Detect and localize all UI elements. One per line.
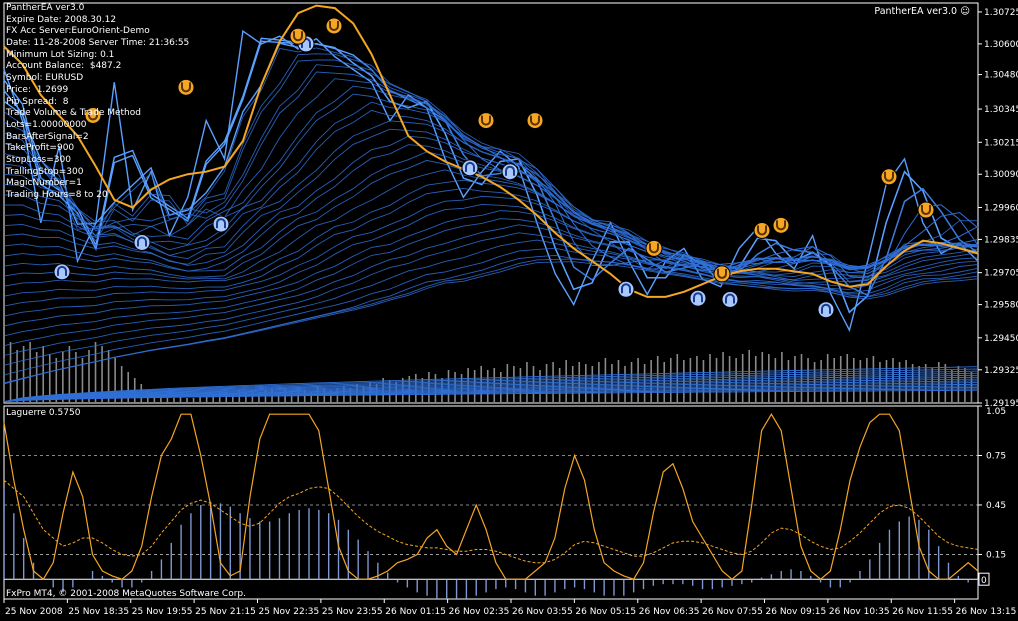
x-tick-label: 26 Nov 09:15 <box>766 607 827 617</box>
sell-arrow-icon[interactable] <box>289 27 307 45</box>
x-tick-label: 25 Nov 23:55 <box>322 607 383 617</box>
sell-arrow-icon[interactable] <box>477 112 495 130</box>
info-line: BarsAfterSignal=2 <box>6 131 89 142</box>
info-line: Pip Spread: 8 <box>6 96 69 107</box>
copyright-footer: FxPro MT4, © 2001-2008 MetaQuotes Softwa… <box>6 589 246 599</box>
zero-marker-label: 0 <box>981 576 987 586</box>
x-tick-label: 26 Nov 05:15 <box>575 607 636 617</box>
info-line: PantherEA ver3.0 <box>6 3 85 13</box>
ea-title: PantherEA ver3.0 <box>874 6 958 17</box>
sell-arrow-icon[interactable] <box>645 239 663 257</box>
info-line: Symbol: EURUSD <box>6 73 84 84</box>
info-line: Date: 11-28-2008 Server Time: 21:36:55 <box>6 38 190 49</box>
y-tick-label: 1.30215 <box>984 138 1018 148</box>
y-tick-label: 1.30345 <box>984 105 1018 115</box>
info-line: StopLoss=300 <box>6 154 71 165</box>
x-tick-label: 25 Nov 19:55 <box>132 607 193 617</box>
x-tick-label: 25 Nov 18:35 <box>68 607 129 617</box>
sell-arrow-icon[interactable] <box>753 221 771 239</box>
x-tick-label: 26 Nov 11:55 <box>892 607 953 617</box>
info-line: Expire Date: 2008.30.12 <box>6 14 117 25</box>
smiley-icon: ☺ <box>960 6 970 17</box>
indicator-y-tick-label: 0.75 <box>986 451 1006 461</box>
buy-arrow-icon[interactable] <box>212 215 230 233</box>
x-tick-label: 26 Nov 07:55 <box>702 607 763 617</box>
info-line: TrallingStop=300 <box>6 166 84 177</box>
time-axis: 25 Nov 2008 25 Nov 18:35 25 Nov 19:55 25 No… <box>3 599 1017 617</box>
buy-arrow-icon[interactable] <box>617 280 635 298</box>
info-line: Price: 1.2699 <box>6 84 69 95</box>
x-tick-label: 25 Nov 22:35 <box>259 607 320 617</box>
x-tick-label: 26 Nov 13:15 <box>956 607 1017 617</box>
info-line: FX Acc Server:EuroOrient-Demo <box>6 26 150 37</box>
indicator-y-tick-label: 0.15 <box>986 550 1006 560</box>
info-line: Trade Volume & Trade Method <box>6 108 141 119</box>
signal-line <box>3 479 979 564</box>
x-tick-label: 26 Nov 10:35 <box>829 607 890 617</box>
ribbon-line <box>3 261 979 384</box>
indicator-axis: 1.05 0.75 0.45 0.15 0 <box>978 405 1006 586</box>
x-tick-label: 26 Nov 01:15 <box>385 607 446 617</box>
buy-arrow-icon[interactable] <box>817 301 835 319</box>
ribbon-line <box>3 239 979 366</box>
x-tick-label: 25 Nov 2008 <box>5 607 63 617</box>
sell-arrow-icon[interactable] <box>713 265 731 283</box>
info-line: Trading Hours=8 to 20 <box>6 190 108 200</box>
buy-arrow-icon[interactable] <box>501 163 519 181</box>
y-tick-label: 1.29835 <box>984 235 1018 245</box>
ribbon-line <box>3 258 979 384</box>
y-tick-label: 1.29960 <box>984 203 1018 213</box>
indicator-y-tick-label: 1.05 <box>986 407 1006 417</box>
x-tick-label: 26 Nov 06:35 <box>639 607 700 617</box>
y-tick-label: 1.29705 <box>984 269 1018 279</box>
ribbon-line <box>3 254 979 385</box>
ea-name-label: PantherEA ver3.0 ☺ <box>874 6 970 17</box>
buy-arrow-icon[interactable] <box>53 263 71 281</box>
buy-arrow-icon[interactable] <box>689 289 707 307</box>
ribbon-line <box>3 232 979 356</box>
buy-arrow-icon[interactable] <box>721 290 739 308</box>
sell-arrow-icon[interactable] <box>880 168 898 186</box>
y-tick-label: 1.29325 <box>984 366 1018 376</box>
y-tick-label: 1.30725 <box>984 8 1018 18</box>
ea-info-panel: PantherEA ver3.0 Expire Date: 2008.30.12 F… <box>6 3 189 202</box>
info-line: TakeProfit=900 <box>6 143 75 154</box>
y-tick-label: 1.30600 <box>984 40 1018 50</box>
price-axis: 1.30725 1.30600 1.30480 1.30345 1.30215 1.300… <box>978 8 1018 409</box>
info-line: Minimum Lot Sizing: 0.1 <box>6 49 115 60</box>
laguerre-indicator <box>3 413 979 599</box>
x-tick-label: 26 Nov 02:35 <box>449 607 510 617</box>
sell-arrow-icon[interactable] <box>772 216 790 234</box>
info-line: MagicNumber=1 <box>6 178 82 189</box>
indicator-label: Laguerre 0.5750 <box>6 408 81 418</box>
y-tick-label: 1.29450 <box>984 334 1018 344</box>
info-line: Lots=1.00000000 <box>6 119 87 130</box>
y-tick-label: 1.30480 <box>984 71 1018 81</box>
x-tick-label: 26 Nov 03:55 <box>512 607 573 617</box>
metatrader-chart-window[interactable]: 1.30725 1.30600 1.30480 1.30345 1.30215 1.300… <box>0 0 1018 621</box>
buy-arrow-icon[interactable] <box>133 233 151 251</box>
y-tick-label: 1.30090 <box>984 170 1018 180</box>
sell-arrow-icon[interactable] <box>917 201 935 219</box>
indicator-y-tick-label: 0.45 <box>986 501 1006 511</box>
x-tick-label: 25 Nov 21:15 <box>195 607 256 617</box>
info-line: Account Balance: $487.2 <box>6 61 122 72</box>
sell-arrow-icon[interactable] <box>325 17 343 35</box>
sell-arrow-icon[interactable] <box>526 112 544 130</box>
buy-arrow-icon[interactable] <box>461 159 479 177</box>
y-tick-label: 1.29580 <box>984 301 1018 311</box>
